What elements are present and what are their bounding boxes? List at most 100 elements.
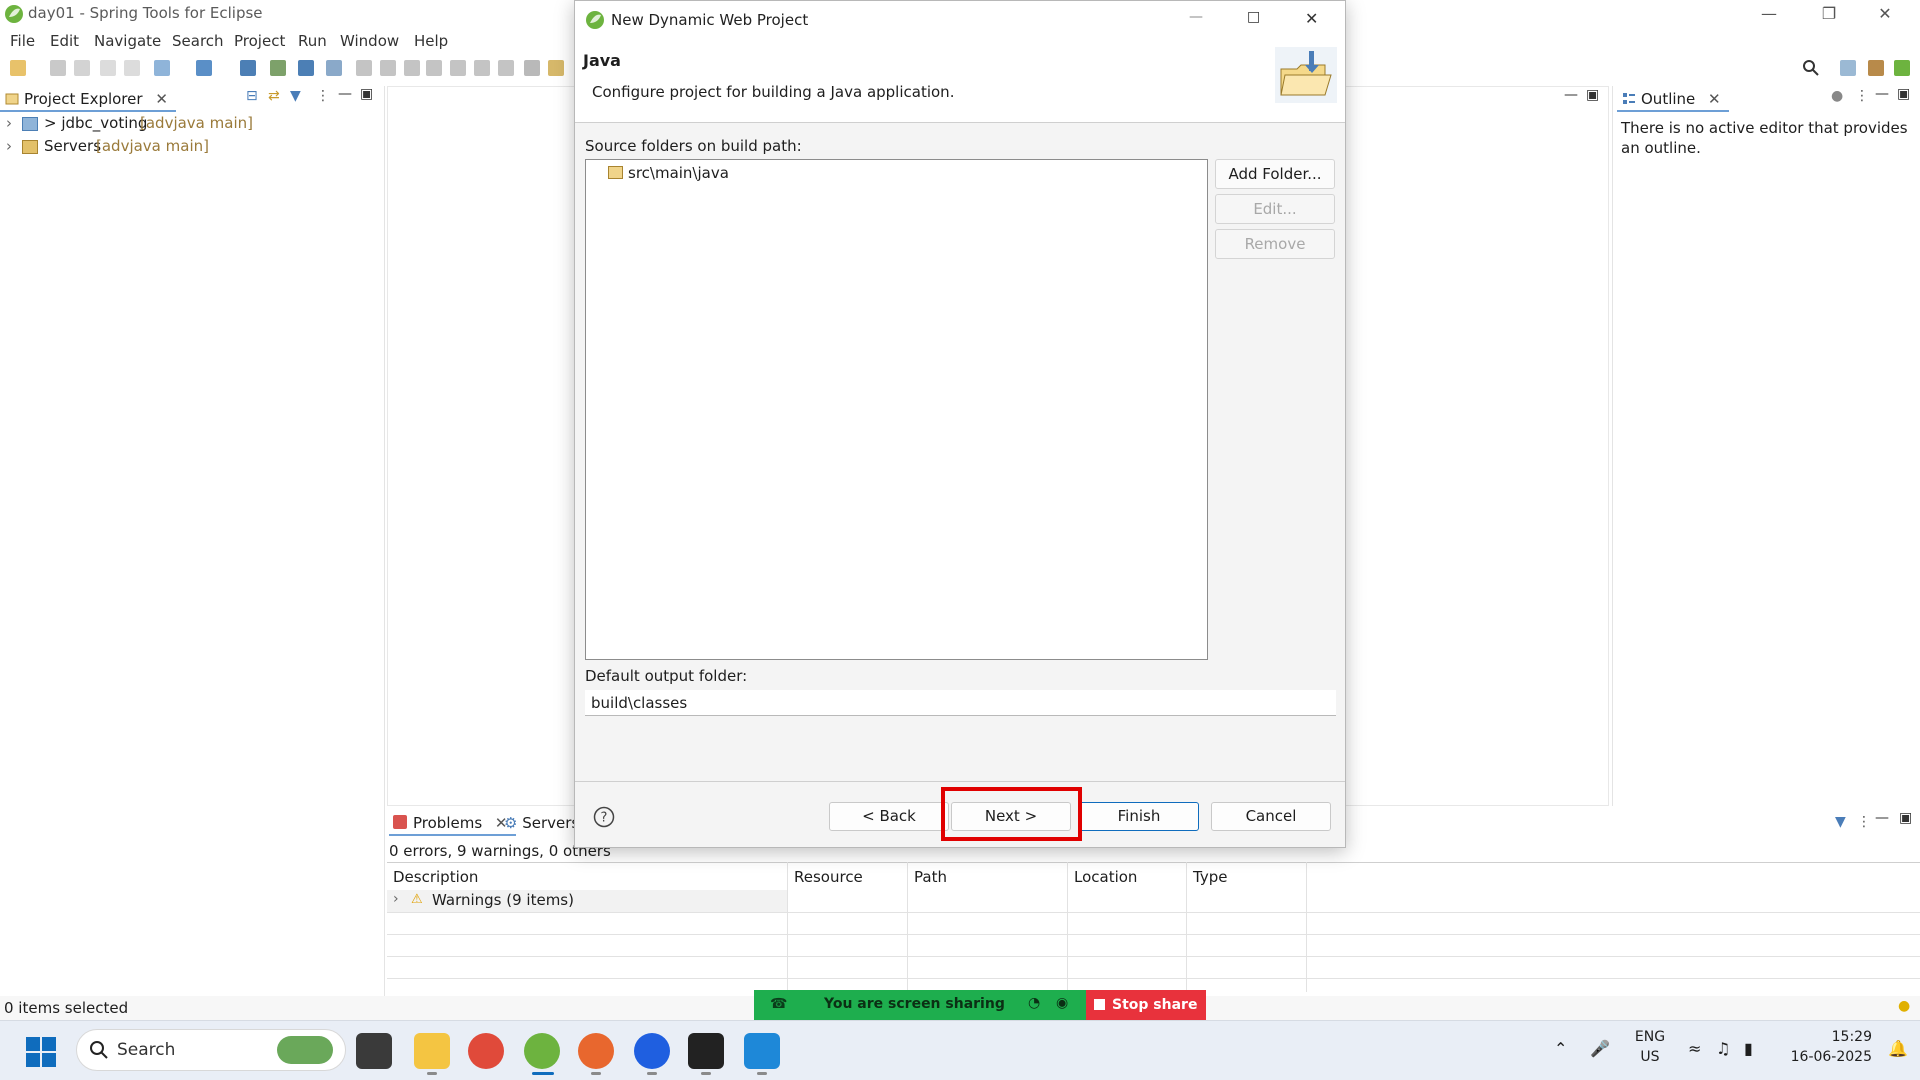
undo-icon[interactable]	[100, 60, 116, 76]
notifications-icon[interactable]: 🔔	[1888, 1039, 1908, 1058]
menu-search[interactable]: Search	[172, 32, 224, 50]
menu-run[interactable]: Run	[298, 32, 327, 50]
dialog-maximize-button[interactable]: □	[1247, 9, 1260, 25]
language-top[interactable]: ENG	[1628, 1029, 1672, 1045]
column-path[interactable]: Path	[914, 868, 947, 886]
dialog-close-button[interactable]: ✕	[1305, 9, 1318, 28]
tab-problems[interactable]: Problems ✕	[389, 810, 516, 836]
file-explorer-icon[interactable]	[414, 1033, 450, 1069]
task-view-icon[interactable]	[356, 1033, 392, 1069]
show-hidden-icons-icon[interactable]: ⌃	[1554, 1039, 1567, 1058]
resume-icon[interactable]	[356, 60, 372, 76]
output-folder-input[interactable]	[585, 690, 1336, 716]
redo-icon[interactable]	[124, 60, 140, 76]
disconnect-icon[interactable]	[426, 60, 442, 76]
view-menu-icon[interactable]: ⋮	[1857, 814, 1871, 830]
menu-navigate[interactable]: Navigate	[94, 32, 161, 50]
tip-lightbulb-icon[interactable]: ●	[1898, 998, 1910, 1014]
maximize-view-icon[interactable]: ▣	[1897, 86, 1910, 102]
spring-tools-icon[interactable]	[524, 1033, 560, 1069]
table-row[interactable]: › ⚠ Warnings (9 items)	[387, 890, 787, 912]
taskbar-search[interactable]: Search	[76, 1029, 346, 1071]
volume-icon[interactable]: ♫	[1716, 1039, 1730, 1058]
spring-boot-icon[interactable]	[270, 60, 286, 76]
zoom-icon[interactable]	[634, 1033, 670, 1069]
column-type[interactable]: Type	[1193, 868, 1227, 886]
java-ee-perspective-icon[interactable]	[1868, 60, 1884, 76]
microphone-icon[interactable]: 🎤	[1590, 1039, 1610, 1058]
column-location[interactable]: Location	[1074, 868, 1137, 886]
edit-button[interactable]: Edit...	[1215, 194, 1335, 224]
dialog-minimize-button[interactable]: —	[1189, 9, 1203, 25]
maximize-view-icon[interactable]: ▣	[1899, 810, 1912, 826]
finish-button[interactable]: Finish	[1079, 802, 1199, 831]
step-return-icon[interactable]	[498, 60, 514, 76]
close-window-button[interactable]: ✕	[1862, 0, 1908, 28]
link-editor-icon[interactable]: ⇄	[268, 88, 280, 104]
minimize-view-icon[interactable]: —	[338, 86, 352, 102]
add-folder-button[interactable]: Add Folder...	[1215, 159, 1335, 189]
step-over-icon[interactable]	[474, 60, 490, 76]
open-perspective-icon[interactable]	[1840, 60, 1856, 76]
menu-project[interactable]: Project	[234, 32, 285, 50]
maximize-view-icon[interactable]: ▣	[360, 86, 373, 102]
clock-time[interactable]: 15:29	[1782, 1029, 1872, 1045]
menu-file[interactable]: File	[10, 32, 35, 50]
step-into-icon[interactable]	[450, 60, 466, 76]
language-bottom[interactable]: US	[1628, 1049, 1672, 1065]
source-folders-list[interactable]: src\main\java	[585, 159, 1208, 660]
chrome-icon[interactable]	[468, 1033, 504, 1069]
cancel-button[interactable]: Cancel	[1211, 802, 1331, 831]
tab-outline[interactable]: Outline ✕	[1617, 86, 1729, 112]
remove-button[interactable]: Remove	[1215, 229, 1335, 259]
tab-servers[interactable]: ⚙ Servers	[504, 810, 579, 836]
suspend-icon[interactable]	[380, 60, 396, 76]
help-icon[interactable]: ?	[593, 806, 615, 828]
close-tab-icon[interactable]: ✕	[155, 90, 168, 108]
minimize-view-icon[interactable]: —	[1875, 86, 1889, 102]
save-all-icon[interactable]	[74, 60, 90, 76]
firefox-icon[interactable]	[578, 1033, 614, 1069]
tab-project-explorer[interactable]: Project Explorer ✕	[0, 86, 176, 112]
focus-icon[interactable]: ●	[1831, 88, 1843, 104]
minimize-button[interactable]: —	[1746, 0, 1792, 28]
menu-window[interactable]: Window	[340, 32, 399, 50]
restore-button[interactable]: ❐	[1806, 0, 1852, 28]
maximize-editor-icon[interactable]: ▣	[1586, 87, 1599, 103]
drop-to-frame-icon[interactable]	[524, 60, 540, 76]
use-step-filters-icon[interactable]	[548, 60, 564, 76]
new-icon[interactable]	[10, 60, 26, 76]
save-icon[interactable]	[50, 60, 66, 76]
pause-share-icon[interactable]: ◔	[1028, 995, 1040, 1011]
column-description[interactable]: Description	[393, 868, 478, 886]
column-resource[interactable]: Resource	[794, 868, 863, 886]
web-browser-icon[interactable]	[240, 60, 256, 76]
minimize-view-icon[interactable]: —	[1875, 810, 1889, 826]
minimize-editor-icon[interactable]: —	[1564, 87, 1578, 103]
terminate-icon[interactable]	[404, 60, 420, 76]
close-tab-icon[interactable]: ✕	[1708, 90, 1721, 108]
battery-icon[interactable]: ▮	[1744, 1039, 1753, 1058]
filter-icon[interactable]: ▼	[1835, 814, 1846, 830]
expand-chevron-icon[interactable]: ›	[393, 891, 399, 907]
menu-edit[interactable]: Edit	[50, 32, 79, 50]
expand-chevron-icon[interactable]: ›	[6, 114, 12, 132]
back-button[interactable]: < Back	[829, 802, 949, 831]
expand-chevron-icon[interactable]: ›	[6, 137, 12, 155]
vscode-icon[interactable]	[744, 1033, 780, 1069]
new-project-icon[interactable]	[154, 60, 170, 76]
spring-perspective-icon[interactable]	[1894, 60, 1910, 76]
windows-start-icon[interactable]	[26, 1037, 56, 1067]
view-menu-icon[interactable]: ⋮	[316, 88, 330, 104]
skip-breakpoints-icon[interactable]	[326, 60, 342, 76]
clock-date[interactable]: 16-06-2025	[1782, 1049, 1872, 1065]
wifi-icon[interactable]: ≈	[1688, 1039, 1701, 1058]
view-menu-icon[interactable]: ⋮	[1855, 88, 1869, 104]
search-icon[interactable]	[1802, 59, 1820, 77]
terminal-icon[interactable]	[298, 60, 314, 76]
snipping-tool-icon[interactable]	[688, 1033, 724, 1069]
stop-share-button[interactable]: Stop share	[1086, 990, 1206, 1020]
menu-help[interactable]: Help	[414, 32, 448, 50]
filter-icon[interactable]: ▼	[290, 88, 301, 104]
collapse-all-icon[interactable]: ⊟	[246, 88, 258, 104]
